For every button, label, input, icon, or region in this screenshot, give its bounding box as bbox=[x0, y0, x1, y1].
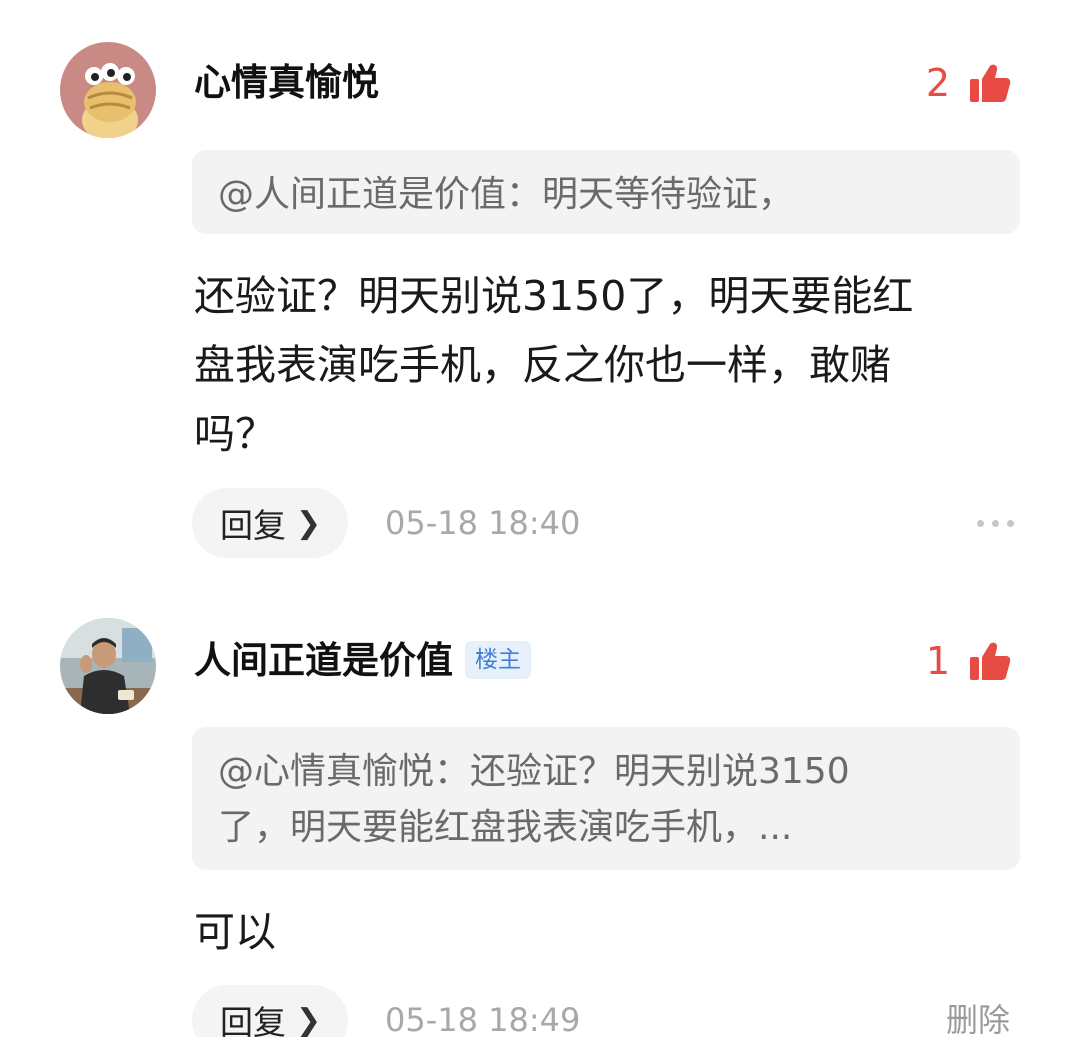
username-text: 人间正道是价值 bbox=[194, 639, 453, 682]
chevron-right-icon: ❯ bbox=[296, 1002, 322, 1037]
like-group[interactable]: 1 bbox=[926, 637, 1012, 685]
user-avatar[interactable] bbox=[60, 618, 156, 714]
quoted-text-line: 了，明天要能红盘我表演吃手机，... bbox=[218, 807, 793, 848]
username[interactable]: 人间正道是价值 楼主 bbox=[194, 637, 531, 685]
timestamp: 05-18 18:49 bbox=[385, 1001, 581, 1037]
comment-item: 人间正道是价值 楼主 1 @心情真愉悦：还验证？明天别说3150 了，明天要能红盘… bbox=[0, 0, 1080, 1037]
comment-thread: 心情真愉悦 2 @人间正道是价值：明天等待验证， 还验证？明天别说3150了，明… bbox=[0, 0, 1080, 1037]
reply-label: 回复 bbox=[220, 1003, 286, 1037]
comment-body: 可以 bbox=[194, 908, 276, 956]
reply-button[interactable]: 回复 ❯ bbox=[192, 985, 348, 1037]
thumbs-up-icon[interactable] bbox=[968, 639, 1012, 683]
like-count: 1 bbox=[925, 639, 950, 683]
quoted-comment[interactable]: @心情真愉悦：还验证？明天别说3150 了，明天要能红盘我表演吃手机，... bbox=[192, 727, 1020, 870]
delete-button[interactable]: 删除 bbox=[946, 985, 1010, 1037]
quoted-text-line: @心情真愉悦：还验证？明天别说3150 bbox=[218, 751, 850, 792]
photo-avatar-image bbox=[60, 618, 156, 714]
op-badge: 楼主 bbox=[465, 640, 531, 679]
